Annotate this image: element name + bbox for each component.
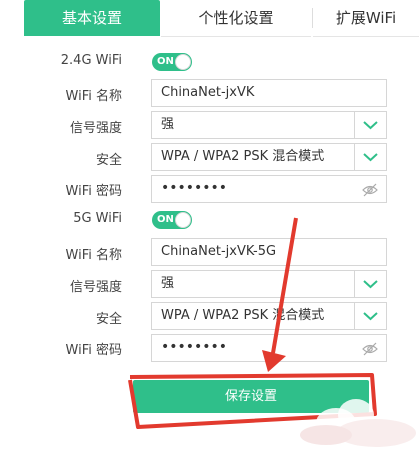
band24-security-label: 安全 (95, 153, 122, 168)
band24-toggle[interactable]: ON (152, 53, 192, 71)
toggle-on-text: ON (157, 214, 174, 225)
eye-hidden-icon[interactable] (362, 182, 378, 201)
band24-security-select[interactable]: WPA / WPA2 PSK 混合模式 (151, 143, 387, 171)
band24-security-value: WPA / WPA2 PSK 混合模式 (161, 149, 325, 164)
band5-password-mask: •••••••• (161, 339, 228, 355)
band5-name-label: WiFi 名称 (65, 248, 122, 263)
toggle-knob (175, 54, 191, 70)
band24-name-label: WiFi 名称 (65, 89, 122, 104)
band5-name-input[interactable]: ChinaNet-jxVK-5G (151, 238, 387, 266)
band5-password-input[interactable]: •••••••• (151, 334, 387, 362)
band5-signal-value: 强 (161, 276, 175, 291)
band24-password-label: WiFi 密码 (65, 184, 122, 199)
save-settings-button[interactable]: 保存设置 (133, 380, 369, 413)
tab-extend-wifi[interactable]: 扩展WiFi (313, 0, 419, 37)
chevron-down-icon[interactable] (354, 112, 386, 138)
band5-name-value: ChinaNet-jxVK-5G (161, 244, 277, 259)
toggle-knob (175, 212, 191, 228)
chevron-down-icon[interactable] (354, 144, 386, 170)
band5-label: 5G WiFi (73, 211, 122, 226)
band24-label: 2.4G WiFi (60, 53, 122, 68)
tab-basic-settings[interactable]: 基本设置 (24, 0, 160, 36)
tab-personalization[interactable]: 个性化设置 (161, 0, 311, 37)
chevron-down-icon[interactable] (354, 271, 386, 297)
band24-name-value: ChinaNet-jxVK (161, 85, 255, 100)
band24-signal-select[interactable]: 强 (151, 111, 387, 139)
band24-signal-value: 强 (161, 117, 175, 132)
eye-hidden-icon[interactable] (362, 341, 378, 360)
band5-password-label: WiFi 密码 (65, 343, 122, 358)
band5-signal-select[interactable]: 强 (151, 270, 387, 298)
band24-name-input[interactable]: ChinaNet-jxVK (151, 79, 387, 107)
tab-bar: 基本设置 个性化设置 扩展WiFi (0, 0, 419, 37)
chevron-down-icon[interactable] (354, 303, 386, 329)
band5-signal-label: 信号强度 (69, 280, 122, 295)
band5-security-label: 安全 (95, 312, 122, 327)
band5-toggle[interactable]: ON (152, 211, 192, 229)
band24-password-input[interactable]: •••••••• (151, 175, 387, 203)
band5-security-value: WPA / WPA2 PSK 混合模式 (161, 308, 325, 323)
band5-security-select[interactable]: WPA / WPA2 PSK 混合模式 (151, 302, 387, 330)
band24-password-mask: •••••••• (161, 180, 228, 196)
band24-signal-label: 信号强度 (69, 121, 122, 136)
toggle-on-text: ON (157, 56, 174, 67)
